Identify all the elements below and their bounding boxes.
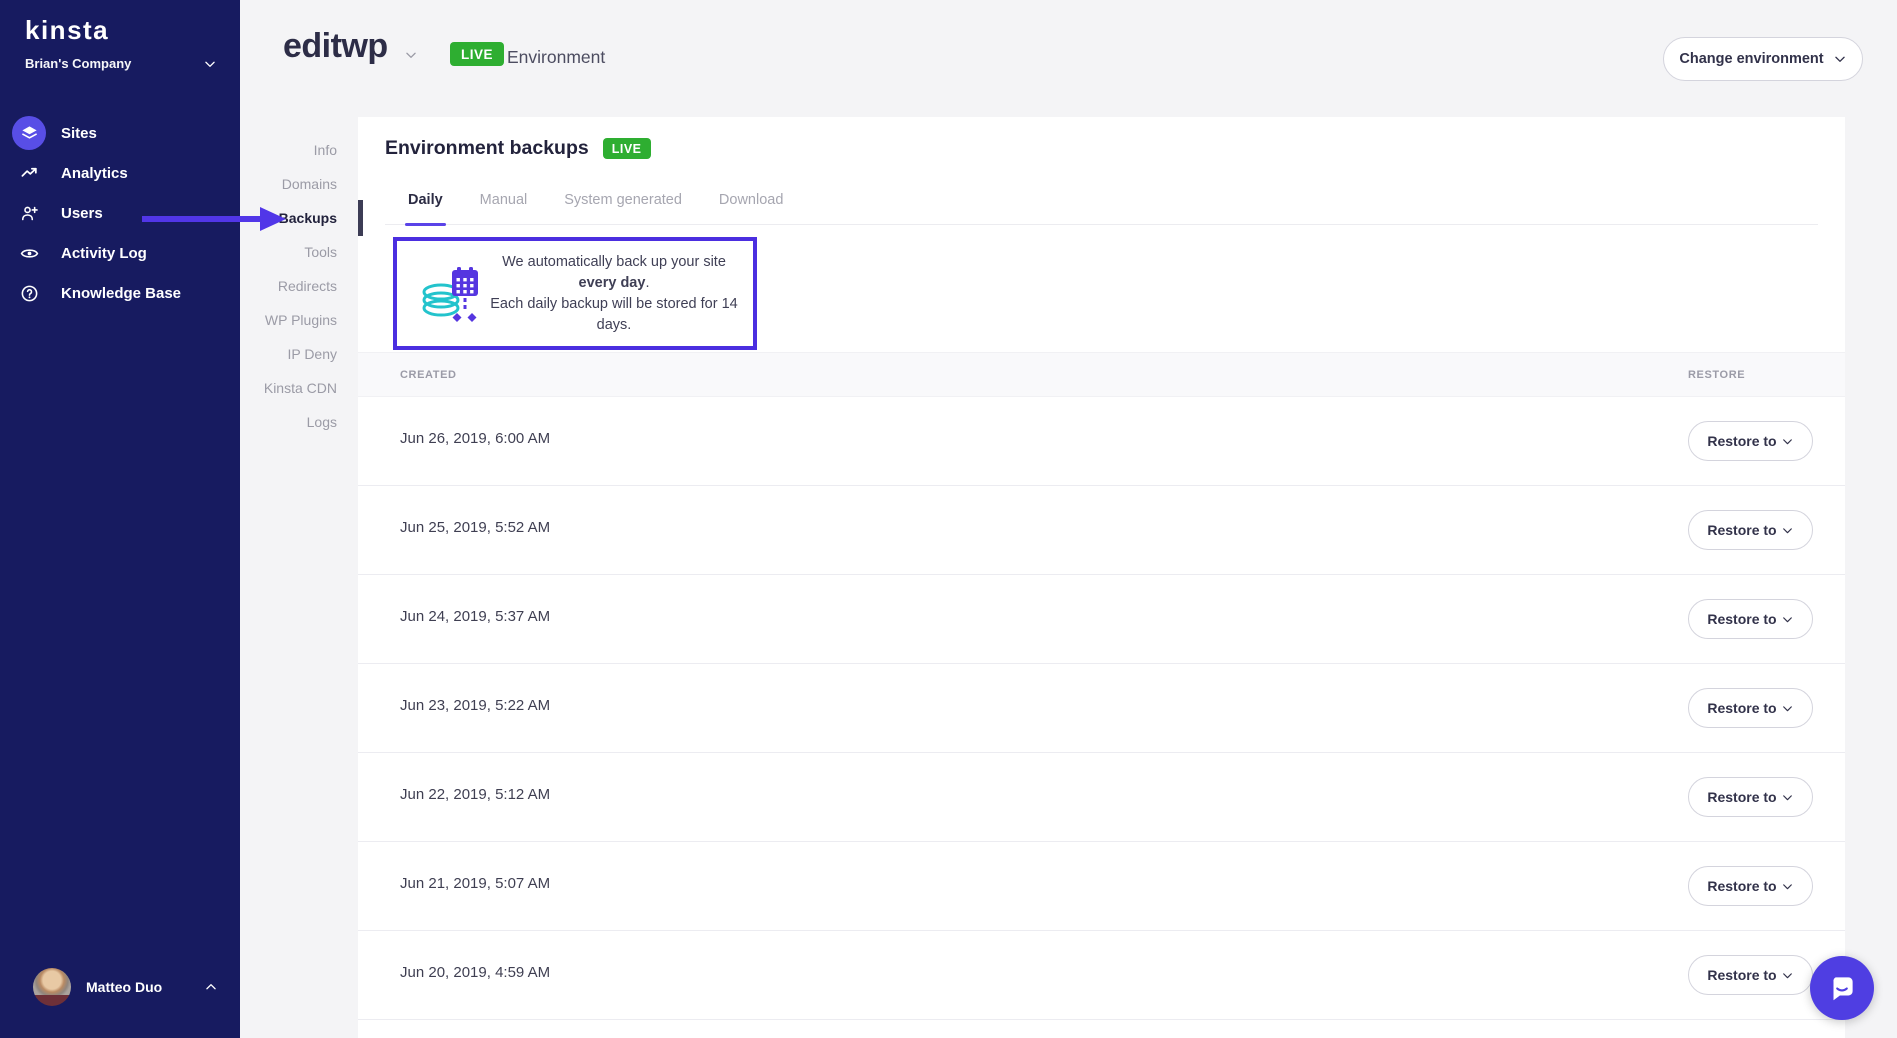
sidebar-item-label: Knowledge Base: [61, 285, 181, 302]
backup-row: Jun 24, 2019, 5:37 AM Restore to: [358, 575, 1845, 664]
tab[interactable]: System generated: [564, 192, 682, 224]
backup-row: Jun 22, 2019, 5:12 AM Restore to: [358, 753, 1845, 842]
chevron-down-icon: [1781, 435, 1794, 448]
restore-to-button[interactable]: Restore to: [1688, 955, 1813, 995]
subnav-item[interactable]: Redirects: [240, 269, 358, 303]
restore-to-button[interactable]: Restore to: [1688, 777, 1813, 817]
chevron-down-icon[interactable]: [404, 48, 418, 62]
sidebar-item-activity-log[interactable]: Activity Log: [0, 233, 240, 273]
backup-created-date: Jun 21, 2019, 5:07 AM: [400, 875, 550, 892]
backup-created-date: Jun 24, 2019, 5:37 AM: [400, 608, 550, 625]
table-header: CREATED RESTORE: [358, 352, 1845, 397]
backup-row: Jun 21, 2019, 5:07 AM Restore to: [358, 842, 1845, 931]
notice-text: We automatically back up your site every…: [483, 252, 753, 336]
live-badge: LIVE: [603, 138, 651, 159]
chevron-up-icon: [204, 980, 218, 994]
sidebar-item-analytics[interactable]: Analytics: [0, 153, 240, 193]
backup-tabs: Daily Manual System generated Download: [408, 192, 783, 224]
backup-created-date: Jun 23, 2019, 5:22 AM: [400, 697, 550, 714]
avatar: [33, 968, 71, 1006]
backup-created-date: Jun 25, 2019, 5:52 AM: [400, 519, 550, 536]
chevron-down-icon: [1781, 613, 1794, 626]
user-plus-icon: [12, 196, 46, 230]
backups-panel: Environment backups LIVE Daily Manual Sy…: [358, 117, 1845, 1038]
backup-created-date: Jun 26, 2019, 6:00 AM: [400, 430, 550, 447]
user-menu[interactable]: Matteo Duo: [0, 964, 240, 1010]
restore-to-button[interactable]: Restore to: [1688, 421, 1813, 461]
mykinsta-dashboard: Kinsta Brian's Company Sites Analytics: [0, 0, 1897, 1038]
restore-to-button[interactable]: Restore to: [1688, 599, 1813, 639]
question-icon: [12, 276, 46, 310]
sidebar-item-knowledge-base[interactable]: Knowledge Base: [0, 273, 240, 313]
live-badge: LIVE: [450, 42, 504, 66]
subnav-item[interactable]: Tools: [240, 235, 358, 269]
intercom-chat-button[interactable]: [1810, 956, 1874, 1020]
environment-label: Environment: [507, 47, 605, 68]
restore-column-header: RESTORE: [1688, 353, 1745, 398]
layers-icon: [12, 116, 46, 150]
chevron-down-icon: [1781, 969, 1794, 982]
daily-backup-notice: We automatically back up your site every…: [393, 237, 757, 350]
subnav-item[interactable]: Kinsta CDN: [240, 371, 358, 405]
chat-bubble-icon: [1825, 971, 1859, 1005]
sidebar-item-label: Analytics: [61, 165, 128, 182]
backup-row: Jun 20, 2019, 4:59 AM Restore to: [358, 931, 1845, 1020]
created-column-header: CREATED: [400, 353, 457, 398]
annotation-arrow: [138, 202, 290, 236]
restore-to-button[interactable]: Restore to: [1688, 510, 1813, 550]
tab[interactable]: Manual: [480, 192, 528, 224]
sidebar-item-label: Sites: [61, 125, 97, 142]
backup-rows: Jun 26, 2019, 6:00 AM Restore to Jun 25,…: [358, 397, 1845, 1020]
sidebar-item-label: Users: [61, 205, 103, 222]
trending-up-icon: [12, 156, 46, 190]
tab[interactable]: Download: [719, 192, 784, 224]
site-name: editwp: [283, 27, 388, 66]
change-environment-button[interactable]: Change environment: [1663, 37, 1863, 81]
chevron-down-icon: [1833, 52, 1847, 66]
user-name: Matteo Duo: [86, 979, 204, 995]
chevron-down-icon: [1781, 702, 1794, 715]
subnav-item[interactable]: Domains: [240, 167, 358, 201]
backup-calendar-icon: [419, 262, 483, 326]
tab[interactable]: Daily: [408, 192, 443, 224]
backup-created-date: Jun 20, 2019, 4:59 AM: [400, 964, 550, 981]
environment-subnav: Info Domains Backups Tools Redirects WP …: [240, 133, 358, 439]
eye-icon: [12, 236, 46, 270]
kinsta-logo: Kinsta: [25, 15, 109, 46]
chevron-down-icon: [1781, 524, 1794, 537]
company-name: Brian's Company: [25, 56, 131, 71]
sidebar: Kinsta Brian's Company Sites Analytics: [0, 0, 240, 1038]
subnav-item[interactable]: Logs: [240, 405, 358, 439]
tabs-divider: [385, 224, 1818, 225]
backup-row: Jun 23, 2019, 5:22 AM Restore to: [358, 664, 1845, 753]
sidebar-item-sites[interactable]: Sites: [0, 113, 240, 153]
sidebar-item-label: Activity Log: [61, 245, 147, 262]
company-selector[interactable]: Brian's Company: [25, 56, 217, 71]
subnav-item[interactable]: IP Deny: [240, 337, 358, 371]
panel-title: Environment backups: [385, 137, 589, 160]
chevron-down-icon: [1781, 791, 1794, 804]
subnav-item[interactable]: Info: [240, 133, 358, 167]
chevron-down-icon: [1781, 880, 1794, 893]
restore-to-button[interactable]: Restore to: [1688, 688, 1813, 728]
backup-row: Jun 25, 2019, 5:52 AM Restore to: [358, 486, 1845, 575]
backup-row: Jun 26, 2019, 6:00 AM Restore to: [358, 397, 1845, 486]
restore-to-button[interactable]: Restore to: [1688, 866, 1813, 906]
subnav-item[interactable]: WP Plugins: [240, 303, 358, 337]
chevron-down-icon: [203, 57, 217, 71]
backup-created-date: Jun 22, 2019, 5:12 AM: [400, 786, 550, 803]
